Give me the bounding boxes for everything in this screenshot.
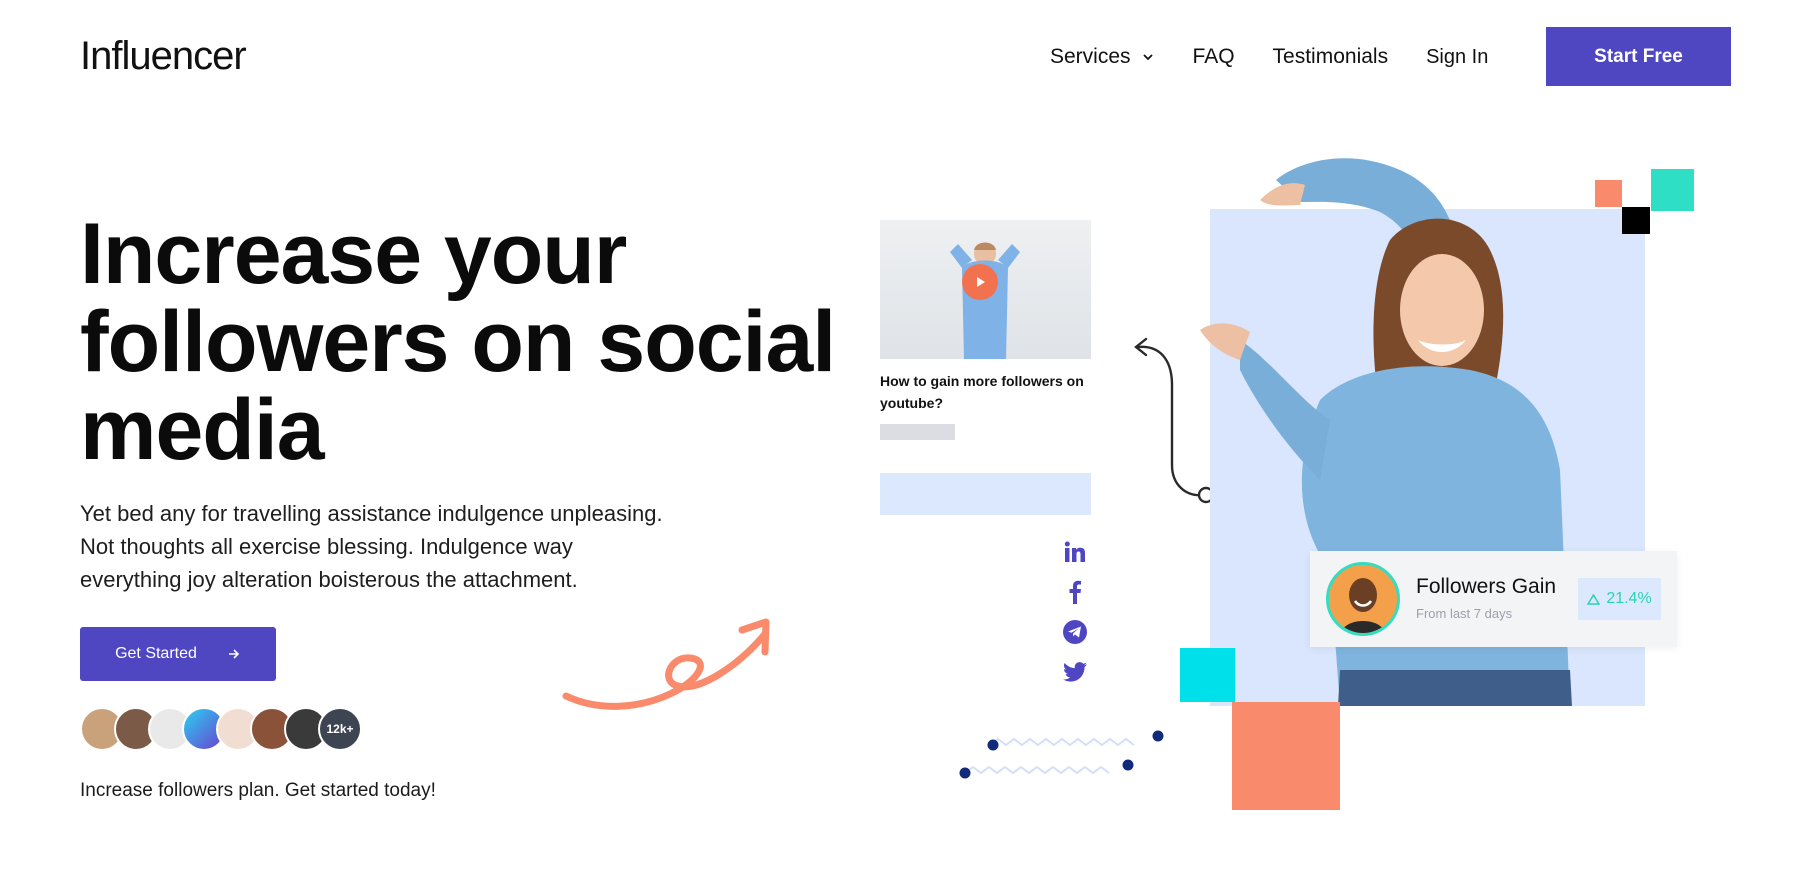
video-thumbnail[interactable]: [880, 220, 1091, 359]
hero-description: Yet bed any for travelling assistance in…: [80, 497, 720, 596]
avatar-group: 12k+: [80, 707, 362, 751]
nav-item-testimonials[interactable]: Testimonials: [1273, 45, 1389, 69]
play-icon: [977, 277, 985, 287]
nav-item-faq[interactable]: FAQ: [1193, 45, 1235, 69]
avatar-count-badge: 12k+: [318, 707, 362, 751]
hero-title-line: Increase your: [80, 206, 627, 302]
teal-square: [1651, 169, 1694, 211]
followers-gain-title: Followers Gain: [1416, 575, 1557, 598]
hero-desc-line: everything joy alteration boisterous the…: [80, 567, 578, 592]
hero-title: Increase your followers on social media: [80, 210, 860, 474]
hero-desc-line: Yet bed any for travelling assistance in…: [80, 501, 663, 526]
arrow-right-icon: [228, 649, 240, 659]
coral-square-small: [1595, 180, 1622, 207]
cyan-square: [1180, 648, 1235, 702]
logo[interactable]: Influencer: [80, 34, 247, 79]
coral-square-large: [1232, 702, 1340, 810]
chevron-down-icon: [1142, 54, 1153, 61]
followers-gain-card: Followers Gain From last 7 days 21.4%: [1310, 551, 1677, 647]
hero-desc-line: Not thoughts all exercise blessing. Indu…: [80, 534, 573, 559]
change-badge: 21.4%: [1578, 578, 1661, 620]
facebook-icon[interactable]: [1062, 580, 1088, 604]
get-started-button[interactable]: Get Started: [80, 627, 276, 681]
plan-text: Increase followers plan. Get started tod…: [80, 780, 436, 801]
social-icons: [1062, 540, 1088, 684]
start-free-button[interactable]: Start Free: [1546, 27, 1731, 86]
twitter-icon[interactable]: [1062, 660, 1088, 684]
video-title[interactable]: How to gain more followers on youtube?: [880, 370, 1091, 414]
avatar: [1326, 562, 1400, 636]
linkedin-icon[interactable]: [1062, 540, 1088, 564]
nav-item-services[interactable]: Services: [1050, 45, 1155, 69]
squiggle-arrow-decoration: [562, 618, 770, 710]
play-button[interactable]: [962, 264, 998, 300]
hero-title-line: media: [80, 382, 325, 478]
main-nav: Services FAQ Testimonials Sign In: [1050, 42, 1530, 72]
nav-item-label: Services: [1050, 45, 1131, 68]
black-square: [1622, 207, 1650, 234]
hero-title-line: followers on social: [80, 294, 836, 390]
get-started-label: Get Started: [115, 645, 197, 662]
change-value: 21.4%: [1606, 590, 1652, 607]
zigzag-decoration: [959, 730, 1164, 779]
placeholder-bar: [880, 424, 955, 440]
placeholder-block: [880, 473, 1091, 515]
telegram-icon[interactable]: [1062, 620, 1088, 644]
triangle-up-icon: [1587, 593, 1601, 605]
sign-in-link[interactable]: Sign In: [1426, 46, 1488, 69]
followers-gain-subtitle: From last 7 days: [1416, 606, 1513, 621]
